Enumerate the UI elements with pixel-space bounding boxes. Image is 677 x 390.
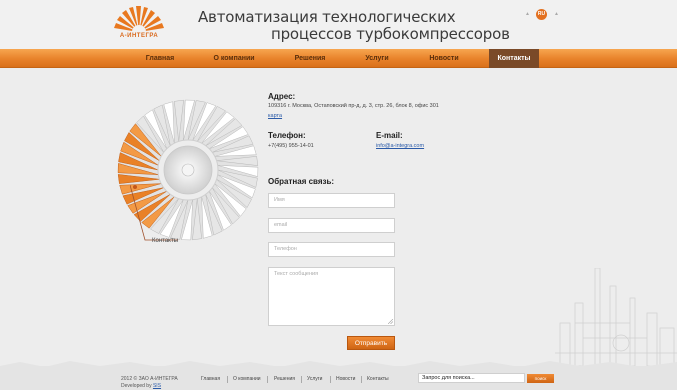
- header: А-ИНТЕГРА Автоматизация технологических …: [0, 0, 677, 49]
- phone-value: +7(495) 955-14-01: [268, 143, 314, 149]
- nav-item-contacts[interactable]: Контакты: [489, 49, 539, 68]
- message-placeholder: Текст сообщения: [274, 271, 319, 277]
- name-input[interactable]: Имя: [268, 193, 395, 208]
- address-text: 109316 г. Москва, Остаповский пр-д, д. 3…: [268, 103, 439, 109]
- submit-button[interactable]: Отправить: [347, 336, 395, 350]
- search-button[interactable]: поиск: [527, 374, 554, 383]
- turbine-caption[interactable]: Контакты: [152, 238, 178, 244]
- nav-item-home[interactable]: Главная: [138, 49, 182, 68]
- email-label: E-mail:: [376, 131, 403, 140]
- lang-icon-other[interactable]: ▲: [554, 11, 559, 17]
- footer-nav-separator: [301, 376, 302, 383]
- nav-item-services[interactable]: Услуги: [356, 49, 398, 68]
- tagline-line-2: процессов турбокомпрессоров: [271, 25, 510, 43]
- footer-nav-solutions[interactable]: Решения: [274, 376, 295, 382]
- email-input[interactable]: email: [268, 218, 395, 233]
- logo-text: А-ИНТЕГРА: [119, 33, 159, 39]
- message-textarea[interactable]: Текст сообщения: [268, 267, 395, 326]
- copyright-text: 2012 © ЗАО А-ИНТЕГРА: [121, 376, 178, 382]
- phone-label: Телефон:: [268, 131, 306, 140]
- footer-nav-separator: [227, 376, 228, 383]
- tagline-line-1: Автоматизация технологических: [198, 8, 456, 26]
- nav-item-solutions[interactable]: Решения: [287, 49, 333, 68]
- footer-nav-separator: [267, 376, 268, 383]
- map-link[interactable]: карта: [268, 113, 282, 119]
- footer-nav-contacts[interactable]: Контакты: [367, 376, 389, 382]
- address-label: Адрес:: [268, 92, 296, 101]
- developed-by-label: Developed by: [121, 383, 152, 389]
- phone-input[interactable]: Телефон: [268, 242, 395, 257]
- footer-nav-separator: [361, 376, 362, 383]
- footer-nav-services[interactable]: Услуги: [307, 376, 322, 382]
- footer-nav-about[interactable]: О компании: [233, 376, 261, 382]
- lang-icon-en[interactable]: ▲: [525, 11, 530, 17]
- nav-item-news[interactable]: Новости: [421, 49, 467, 68]
- feedback-title: Обратная связь:: [268, 177, 335, 186]
- footer-nav-news[interactable]: Новости: [336, 376, 355, 382]
- nav-item-about[interactable]: О компании: [206, 49, 262, 68]
- logo-sunburst-icon: [114, 6, 164, 39]
- developer-credit: Developed by SIS: [121, 383, 161, 389]
- company-logo[interactable]: А-ИНТЕГРА: [110, 4, 168, 44]
- email-link[interactable]: info@a-integra.com: [376, 143, 424, 149]
- lang-icon-ru[interactable]: RU: [536, 9, 547, 20]
- search-input[interactable]: Запрос для поиска...: [418, 373, 525, 383]
- footer-nav-home[interactable]: Главная: [201, 376, 220, 382]
- main-nav: Главная О компании Решения Услуги Новост…: [0, 49, 677, 68]
- caption-pointer-line: [130, 185, 178, 241]
- developer-link[interactable]: SIS: [153, 383, 161, 389]
- resize-handle-icon[interactable]: [388, 319, 393, 324]
- footer-nav-separator: [330, 376, 331, 383]
